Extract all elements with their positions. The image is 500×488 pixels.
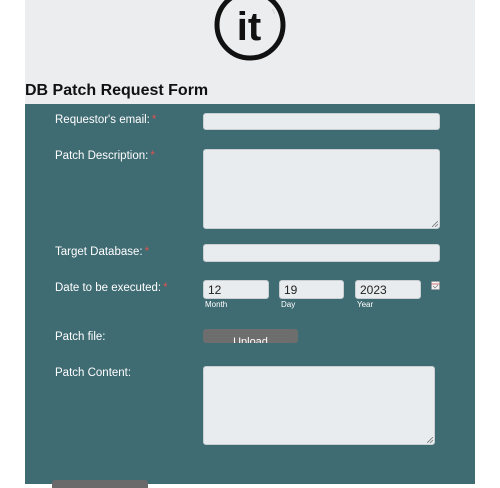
upload-button[interactable]: Upload xyxy=(203,329,298,343)
date-label: Date to be executed: * xyxy=(55,282,168,294)
content-label: Patch Content: xyxy=(55,367,132,379)
day-input[interactable] xyxy=(279,280,344,299)
day-caption: Day xyxy=(281,300,296,309)
description-textarea[interactable] xyxy=(203,149,440,229)
database-input[interactable] xyxy=(203,244,440,262)
email-label-text: Requestor's email: xyxy=(55,114,150,126)
svg-text:it: it xyxy=(237,5,261,49)
submit-button[interactable] xyxy=(52,480,148,488)
description-label: Patch Description: * xyxy=(55,150,155,162)
description-label-text: Patch Description: xyxy=(55,150,149,162)
database-label: Target Database: * xyxy=(55,246,149,258)
calendar-icon[interactable] xyxy=(431,281,440,290)
required-marker: * xyxy=(163,282,168,294)
content-textarea[interactable] xyxy=(203,366,435,445)
resize-handle-icon[interactable] xyxy=(432,221,438,227)
email-label: Requestor's email: * xyxy=(55,114,156,126)
month-input[interactable] xyxy=(203,280,269,299)
year-input[interactable] xyxy=(355,280,421,299)
month-caption: Month xyxy=(205,300,228,309)
file-label: Patch file: xyxy=(55,331,106,343)
it-logo: it ᐧᐧᐧᐧᐧ xyxy=(214,0,286,61)
date-label-text: Date to be executed: xyxy=(55,282,162,294)
required-marker: * xyxy=(150,150,155,162)
database-label-text: Target Database: xyxy=(55,246,143,258)
year-caption: Year xyxy=(357,300,374,309)
svg-text:ᐧᐧᐧᐧᐧ: ᐧᐧᐧᐧᐧ xyxy=(270,8,277,15)
page-title: DB Patch Request Form xyxy=(25,82,209,99)
required-marker: * xyxy=(151,114,157,126)
resize-handle-icon[interactable] xyxy=(427,437,433,443)
required-marker: * xyxy=(144,246,150,258)
email-input[interactable] xyxy=(203,113,440,130)
